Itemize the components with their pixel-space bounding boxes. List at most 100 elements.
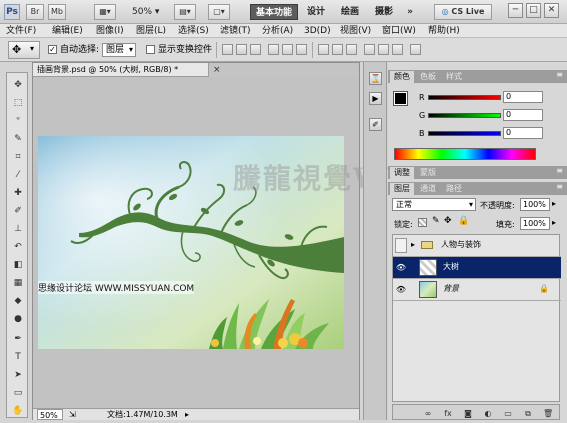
align-bottom-icon[interactable]: [250, 44, 261, 55]
r-value-field[interactable]: 0: [503, 91, 543, 103]
menu-analysis[interactable]: 分析(A): [262, 25, 293, 37]
eyedropper-tool-icon[interactable]: ⁄: [10, 169, 26, 181]
healing-brush-tool-icon[interactable]: ✚: [10, 187, 26, 199]
align-left-icon[interactable]: [268, 44, 279, 55]
panel-menu-icon[interactable]: ≡: [556, 166, 563, 175]
canvas-area[interactable]: 騰龍視覺WWW.TLVI.NET 思缘设计论坛 WWW.MISSYUAN.COM: [33, 77, 567, 408]
tab-styles[interactable]: 样式: [442, 71, 466, 83]
auto-align-icon[interactable]: [410, 44, 421, 55]
eye-icon[interactable]: 👁: [395, 260, 407, 275]
more-workspaces-button[interactable]: »: [404, 4, 416, 20]
tab-masks[interactable]: 蒙版: [416, 167, 440, 179]
menu-help[interactable]: 帮助(H): [428, 25, 460, 37]
tab-swatches[interactable]: 色板: [416, 71, 440, 83]
pen-tool-icon[interactable]: ✒: [10, 333, 26, 345]
auto-select-dropdown[interactable]: 图层 ▾: [102, 43, 136, 57]
opacity-field[interactable]: 100%: [520, 198, 550, 211]
align-vcenter-icon[interactable]: [236, 44, 247, 55]
distribute-right-icon[interactable]: [392, 44, 403, 55]
chevron-right-icon[interactable]: ▸: [411, 240, 415, 249]
minimize-button[interactable]: ─: [508, 3, 523, 18]
shape-tool-icon[interactable]: ▭: [10, 387, 26, 399]
layer-row-group[interactable]: ▸ 人物与装饰: [393, 235, 561, 257]
history-panel-icon[interactable]: ⌛: [369, 72, 382, 85]
history-brush-tool-icon[interactable]: ↶: [10, 241, 26, 253]
trash-icon[interactable]: 🗑: [543, 409, 553, 419]
distribute-bottom-icon[interactable]: [346, 44, 357, 55]
lock-transparent-icon[interactable]: [418, 218, 427, 227]
tool-preset-picker[interactable]: ✥ ▾: [8, 41, 40, 59]
document-tab[interactable]: 插画背景.psd @ 50% (大树, RGB/8) *: [33, 63, 209, 77]
distribute-vcenter-icon[interactable]: [332, 44, 343, 55]
lock-all-icon[interactable]: 🔒: [458, 216, 469, 226]
workspace-painting[interactable]: 绘画: [338, 4, 362, 20]
layer-row-background[interactable]: 👁 背景 🔒: [393, 279, 561, 301]
menu-window[interactable]: 窗口(W): [382, 25, 416, 37]
brush-tool-icon[interactable]: ✐: [10, 205, 26, 217]
workspace-essentials[interactable]: 基本功能: [250, 4, 298, 20]
menu-edit[interactable]: 编辑(E): [52, 25, 83, 37]
brush-panel-icon[interactable]: ✐: [369, 118, 382, 131]
chevron-right-icon[interactable]: ▸: [552, 199, 556, 208]
eraser-tool-icon[interactable]: ◧: [10, 259, 26, 271]
distribute-top-icon[interactable]: [318, 44, 329, 55]
color-spectrum[interactable]: [394, 148, 536, 160]
close-icon[interactable]: ×: [213, 65, 221, 75]
panel-menu-icon[interactable]: ≡: [556, 70, 563, 79]
move-tool-icon[interactable]: ✥: [10, 79, 26, 91]
menu-filter[interactable]: 滤镜(T): [220, 25, 251, 37]
gradient-tool-icon[interactable]: ▦: [10, 277, 26, 289]
tab-color[interactable]: 颜色: [390, 71, 414, 83]
g-value-field[interactable]: 0: [503, 109, 543, 121]
quick-select-tool-icon[interactable]: ✎: [10, 133, 26, 145]
b-value-field[interactable]: 0: [503, 127, 543, 139]
adjustment-layer-icon[interactable]: ◐: [483, 409, 493, 419]
mini-bridge-button[interactable]: Mb: [48, 4, 66, 20]
layer-row-selected[interactable]: 👁 大树: [393, 257, 561, 279]
screen-mode-button[interactable]: ▢▾: [208, 4, 230, 20]
link-layers-icon[interactable]: ∞: [423, 409, 433, 419]
tab-layers[interactable]: 图层: [390, 183, 414, 195]
blur-tool-icon[interactable]: ◆: [10, 295, 26, 307]
view-extras-button[interactable]: ▦▾: [94, 4, 116, 20]
hand-tool-icon[interactable]: ✋: [10, 405, 26, 417]
chevron-right-icon[interactable]: ▸: [552, 218, 556, 227]
fill-field[interactable]: 100%: [520, 217, 550, 230]
workspace-photography[interactable]: 摄影: [372, 4, 396, 20]
layer-style-icon[interactable]: fx: [443, 409, 453, 419]
type-tool-icon[interactable]: T: [10, 351, 26, 363]
close-button[interactable]: ✕: [544, 3, 559, 18]
cs-live-button[interactable]: ◎ CS Live: [434, 4, 492, 20]
distribute-hcenter-icon[interactable]: [378, 44, 389, 55]
show-transform-checkbox[interactable]: [146, 45, 155, 54]
menu-select[interactable]: 选择(S): [178, 25, 209, 37]
eye-icon[interactable]: 👁: [395, 282, 407, 297]
lasso-tool-icon[interactable]: ᐡ: [10, 115, 26, 127]
clone-stamp-tool-icon[interactable]: ⊥: [10, 223, 26, 235]
menu-layer[interactable]: 图层(L): [136, 25, 166, 37]
b-slider[interactable]: [428, 131, 501, 136]
blend-mode-dropdown[interactable]: 正常 ▾: [392, 198, 476, 211]
align-hcenter-icon[interactable]: [282, 44, 293, 55]
maximize-button[interactable]: □: [526, 3, 541, 18]
marquee-tool-icon[interactable]: ⬚: [10, 97, 26, 109]
arrange-documents-button[interactable]: ▤▾: [174, 4, 196, 20]
new-group-icon[interactable]: ▭: [503, 409, 513, 419]
menu-image[interactable]: 图像(I): [96, 25, 124, 37]
crop-tool-icon[interactable]: ⌗: [10, 151, 26, 163]
new-layer-icon[interactable]: ⧉: [523, 409, 533, 419]
tab-channels[interactable]: 通道: [416, 183, 440, 195]
align-top-icon[interactable]: [222, 44, 233, 55]
add-mask-icon[interactable]: ◙: [463, 409, 473, 419]
actions-panel-icon[interactable]: ▶: [369, 92, 382, 105]
tab-paths[interactable]: 路径: [442, 183, 466, 195]
distribute-left-icon[interactable]: [364, 44, 375, 55]
lock-position-icon[interactable]: ✥: [444, 216, 452, 226]
auto-select-checkbox[interactable]: ✓: [48, 45, 57, 54]
menu-file[interactable]: 文件(F): [6, 25, 36, 37]
r-slider[interactable]: [428, 95, 501, 100]
zoom-field[interactable]: 50%: [37, 409, 63, 420]
export-icon[interactable]: ⇲: [69, 409, 76, 420]
visibility-toggle[interactable]: [395, 238, 407, 253]
menu-view[interactable]: 视图(V): [340, 25, 371, 37]
